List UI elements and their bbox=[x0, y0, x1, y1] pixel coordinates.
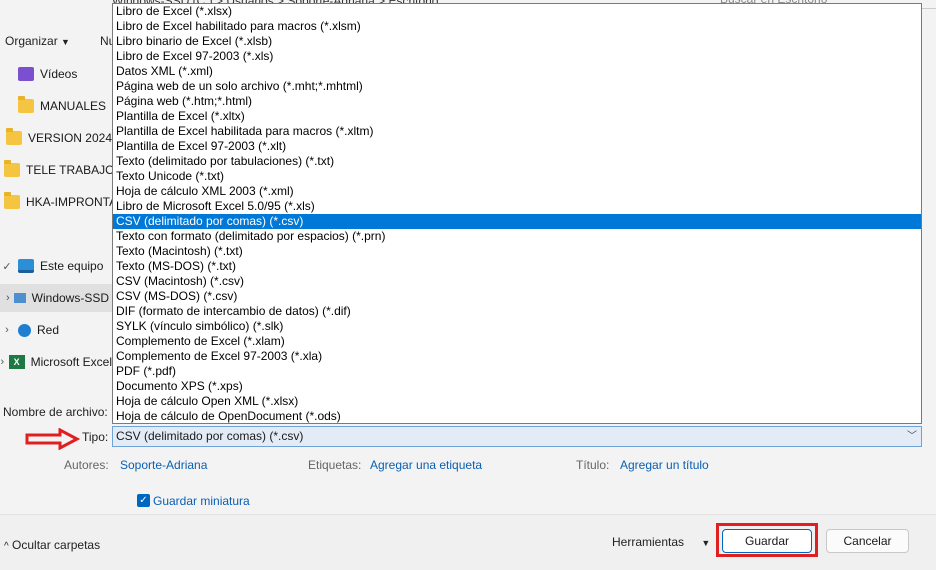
nav-item-label: Red bbox=[37, 323, 60, 337]
folder-icon bbox=[4, 160, 20, 177]
chevron-down-icon[interactable]: ﹀ bbox=[907, 427, 917, 446]
save-button[interactable]: Guardar bbox=[722, 529, 812, 553]
file-type-option[interactable]: Plantilla de Excel 97-2003 (*.xlt) bbox=[113, 139, 921, 154]
file-type-option[interactable]: CSV (delimitado por comas) (*.csv) bbox=[113, 214, 921, 229]
file-type-option[interactable]: Texto (Macintosh) (*.txt) bbox=[113, 244, 921, 259]
computer-icon bbox=[18, 259, 34, 273]
nav-item-manuales[interactable]: MANUALES bbox=[0, 92, 112, 120]
authors-field[interactable]: Soporte-Adriana bbox=[120, 458, 207, 472]
folder-icon bbox=[18, 96, 34, 113]
chevron-right-icon[interactable]: › bbox=[0, 324, 14, 336]
file-type-option[interactable]: Documento XPS (*.xps) bbox=[113, 379, 921, 394]
nav-item-hka-impronta[interactable]: HKA-IMPRONTA bbox=[0, 188, 112, 216]
organize-button[interactable]: Organizar ▼ bbox=[5, 34, 70, 48]
nav-item-this-pc[interactable]: ✓ Este equipo bbox=[0, 252, 112, 280]
chevron-right-icon[interactable]: › bbox=[6, 292, 10, 304]
authors-label: Autores: bbox=[64, 458, 109, 472]
file-type-option[interactable]: SYLK (vínculo simbólico) (*.slk) bbox=[113, 319, 921, 334]
file-type-option[interactable]: Hoja de cálculo XML 2003 (*.xml) bbox=[113, 184, 921, 199]
tools-button[interactable]: Herramientas ▼ bbox=[612, 535, 710, 549]
organize-label: Organizar bbox=[5, 34, 58, 48]
nav-item-label: Este equipo bbox=[40, 259, 104, 273]
file-type-option[interactable]: Página web (*.htm;*.html) bbox=[113, 94, 921, 109]
chevron-right-icon[interactable]: › bbox=[0, 356, 5, 368]
file-type-option[interactable]: Hoja de cálculo Open XML (*.xlsx) bbox=[113, 394, 921, 409]
chevron-up-icon: ^ bbox=[4, 541, 9, 552]
file-type-option[interactable]: Libro binario de Excel (*.xlsb) bbox=[113, 34, 921, 49]
file-type-option[interactable]: Texto Unicode (*.txt) bbox=[113, 169, 921, 184]
nav-item-version-2024[interactable]: VERSION 2024 bbox=[0, 124, 112, 152]
hide-folders-label: Ocultar carpetas bbox=[12, 538, 101, 552]
file-type-option[interactable]: Hoja de cálculo de OpenDocument (*.ods) bbox=[113, 409, 921, 423]
nav-item-network[interactable]: › Red bbox=[0, 316, 112, 344]
file-type-option[interactable]: CSV (MS-DOS) (*.csv) bbox=[113, 289, 921, 304]
file-type-option[interactable]: Complemento de Excel (*.xlam) bbox=[113, 334, 921, 349]
nav-item-label: TELE TRABAJO bbox=[26, 163, 112, 177]
file-type-option[interactable]: Libro de Excel habilitado para macros (*… bbox=[113, 19, 921, 34]
folder-icon bbox=[4, 192, 20, 209]
tags-field[interactable]: Agregar una etiqueta bbox=[370, 458, 482, 472]
file-type-option[interactable]: CSV (Macintosh) (*.csv) bbox=[113, 274, 921, 289]
file-type-select[interactable]: CSV (delimitado por comas) (*.csv) ﹀ bbox=[112, 426, 922, 447]
file-type-option[interactable]: PDF (*.pdf) bbox=[113, 364, 921, 379]
nav-item-videos[interactable]: Vídeos bbox=[0, 60, 112, 88]
save-thumbnail-checkbox[interactable]: ✓ bbox=[137, 494, 150, 507]
file-type-option[interactable]: Complemento de Excel 97-2003 (*.xla) bbox=[113, 349, 921, 364]
filename-label: Nombre de archivo: bbox=[3, 405, 108, 419]
title-label: Título: bbox=[576, 458, 610, 472]
file-type-option[interactable]: Texto con formato (delimitado por espaci… bbox=[113, 229, 921, 244]
nav-item-label: Microsoft Excel bbox=[30, 355, 112, 369]
nav-item-label: MANUALES bbox=[40, 99, 107, 113]
file-type-dropdown-list[interactable]: Libro de Excel (*.xlsx) Libro de Excel ha… bbox=[112, 3, 922, 424]
file-type-value: CSV (delimitado por comas) (*.csv) bbox=[116, 429, 304, 443]
chevron-expanded-icon[interactable]: ✓ bbox=[0, 260, 14, 273]
video-folder-icon bbox=[18, 67, 34, 81]
file-type-option[interactable]: Datos XML (*.xml) bbox=[113, 64, 921, 79]
nav-item-microsoft-excel[interactable]: › X Microsoft Excel bbox=[0, 348, 112, 376]
drive-icon bbox=[13, 293, 26, 303]
tools-label: Herramientas bbox=[612, 535, 685, 549]
nav-item-label: Vídeos bbox=[40, 67, 78, 81]
file-type-option[interactable]: Libro de Microsoft Excel 5.0/95 (*.xls) bbox=[113, 199, 921, 214]
chevron-down-icon: ▼ bbox=[61, 37, 70, 47]
tags-label: Etiquetas: bbox=[308, 458, 362, 472]
cancel-button[interactable]: Cancelar bbox=[826, 529, 909, 553]
nav-item-label: VERSION 2024 bbox=[27, 131, 112, 145]
file-type-option[interactable]: Plantilla de Excel habilitada para macro… bbox=[113, 124, 921, 139]
nav-item-tele-trabajo[interactable]: TELE TRABAJO bbox=[0, 156, 112, 184]
file-type-option[interactable]: Página web de un solo archivo (*.mht;*.m… bbox=[113, 79, 921, 94]
file-type-option[interactable]: Libro de Excel 97-2003 (*.xls) bbox=[113, 49, 921, 64]
chevron-down-icon: ▼ bbox=[701, 538, 711, 548]
nav-item-label: Windows-SSD (C:) bbox=[31, 291, 112, 305]
nav-item-label: HKA-IMPRONTA bbox=[26, 195, 112, 209]
file-type-option[interactable]: Texto (MS-DOS) (*.txt) bbox=[113, 259, 921, 274]
folder-icon bbox=[5, 128, 22, 145]
type-label: Tipo: bbox=[82, 430, 109, 444]
nav-item-windows-ssd[interactable]: › Windows-SSD (C:) bbox=[0, 284, 112, 312]
file-type-option[interactable]: Libro de Excel (*.xlsx) bbox=[113, 4, 921, 19]
file-type-option[interactable]: DIF (formato de intercambio de datos) (*… bbox=[113, 304, 921, 319]
file-type-option[interactable]: Plantilla de Excel (*.xltx) bbox=[113, 109, 921, 124]
network-icon bbox=[18, 323, 31, 337]
red-arrow-annotation bbox=[25, 428, 80, 450]
excel-icon: X bbox=[8, 355, 25, 369]
save-thumbnail-label[interactable]: Guardar miniatura bbox=[153, 494, 250, 508]
file-type-option[interactable]: Texto (delimitado por tabulaciones) (*.t… bbox=[113, 154, 921, 169]
title-field[interactable]: Agregar un título bbox=[620, 458, 709, 472]
hide-folders-button[interactable]: ^ Ocultar carpetas bbox=[4, 538, 100, 552]
